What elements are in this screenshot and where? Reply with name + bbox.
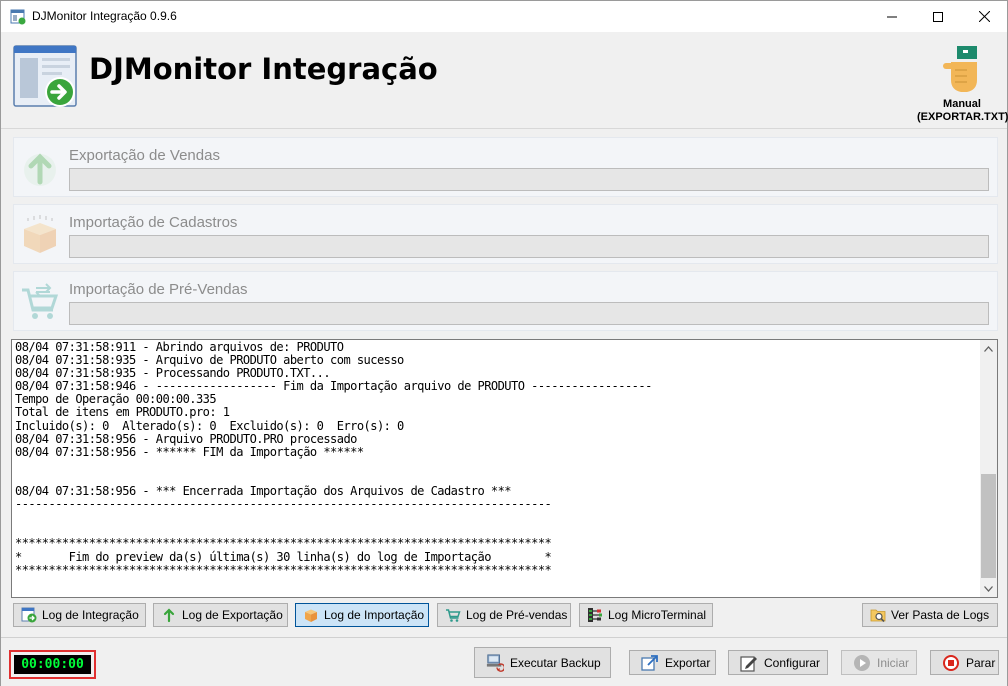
log-line: Incluido(s): 0 Alterado(s): 0 Excluido(s…: [15, 418, 404, 433]
start-button[interactable]: Iniciar: [841, 650, 917, 675]
log-line: 08/04 07:31:58:956 - ****** FIM da Impor…: [15, 444, 364, 459]
box-icon: [303, 607, 319, 623]
minimize-button[interactable]: [869, 1, 915, 32]
title-bar[interactable]: DJMonitor Integração 0.9.6: [1, 1, 1007, 32]
task-label: Importação de Cadastros: [69, 214, 238, 231]
log-import-label: Log de Importação: [324, 608, 425, 622]
log-presales-label: Log de Pré-vendas: [466, 608, 568, 622]
bottom-toolbar: 00:00:00 Executar Backup Exportar Config…: [1, 637, 1007, 686]
box-icon: [24, 215, 56, 253]
configure-label: Configurar: [764, 655, 821, 670]
cart-icon: [445, 607, 461, 623]
run-backup-button[interactable]: Executar Backup: [474, 647, 611, 678]
terminal-icon: [587, 607, 603, 623]
log-integration-button[interactable]: Log de Integração: [13, 603, 146, 627]
export-button[interactable]: Exportar: [629, 650, 716, 675]
log-export-label: Log de Exportação: [182, 608, 283, 622]
cart-icon: [22, 283, 59, 319]
run-backup-label: Executar Backup: [510, 655, 601, 670]
log-line: 08/04 07:31:58:956 - Arquivo PRODUTO.PRO…: [15, 431, 357, 446]
maximize-button[interactable]: [915, 1, 961, 32]
view-logs-folder-label: Ver Pasta de Logs: [891, 608, 990, 622]
export-label: Exportar: [665, 655, 711, 670]
close-button[interactable]: [961, 1, 1007, 32]
upload-arrow-icon: [24, 153, 56, 186]
log-integration-label: Log de Integração: [42, 608, 139, 622]
scroll-down-button[interactable]: [980, 580, 997, 597]
task-panel-import-records: Importação de Cadastros: [13, 204, 998, 264]
window-title: DJMonitor Integração 0.9.6: [32, 9, 177, 23]
export-icon: [641, 654, 659, 672]
progress-bar: [69, 235, 989, 258]
scroll-up-button[interactable]: [980, 340, 997, 357]
app-title: DJMonitor Integração: [89, 52, 438, 86]
vertical-scrollbar[interactable]: [980, 340, 997, 597]
minimize-icon: [887, 16, 897, 17]
log-line: ****************************************…: [15, 536, 552, 551]
configure-button[interactable]: Configurar: [728, 650, 828, 675]
manual-button[interactable]: Manual (EXPORTAR.TXT): [917, 40, 1008, 126]
manual-sublabel: (EXPORTAR.TXT): [917, 111, 1008, 123]
task-label: Importação de Pré-Vendas: [69, 281, 248, 298]
log-line: ----------------------------------------…: [15, 497, 552, 512]
log-integration-icon: [21, 607, 37, 623]
elapsed-timer: 00:00:00: [14, 655, 91, 674]
stop-icon: [942, 654, 960, 672]
view-logs-folder-button[interactable]: Ver Pasta de Logs: [862, 603, 998, 627]
progress-bar: [69, 168, 989, 191]
log-line: Total de itens em PRODUTO.pro: 1: [15, 405, 230, 420]
log-text-area[interactable]: 08/04 07:31:58:911 - Abrindo arquivos de…: [11, 339, 998, 598]
chevron-up-icon: [984, 345, 993, 352]
timer-frame: 00:00:00: [9, 650, 96, 679]
log-line: ****************************************…: [15, 562, 552, 577]
main-window: DJMonitor Integração 0.9.6 DJMonitor Int…: [0, 0, 1008, 686]
maximize-icon: [933, 11, 943, 22]
log-microterminal-button[interactable]: Log MicroTerminal: [579, 603, 713, 627]
log-export-button[interactable]: Log de Exportação: [153, 603, 288, 627]
task-panel-import-presales: Importação de Pré-Vendas: [13, 271, 998, 331]
stop-button[interactable]: Parar: [930, 650, 999, 675]
log-import-button[interactable]: Log de Importação: [295, 603, 429, 627]
close-icon: [978, 11, 990, 22]
log-presales-button[interactable]: Log de Pré-vendas: [437, 603, 571, 627]
hand-pointing-icon: [943, 46, 977, 92]
task-panel-export-sales: Exportação de Vendas: [13, 137, 998, 197]
start-label: Iniciar: [877, 655, 910, 670]
backup-icon: [486, 653, 504, 672]
scroll-thumb[interactable]: [981, 474, 996, 578]
task-label: Exportação de Vendas: [69, 147, 220, 164]
log-content: 08/04 07:31:58:911 - Abrindo arquivos de…: [15, 340, 975, 577]
chevron-down-icon: [984, 585, 993, 592]
folder-search-icon: [870, 607, 886, 623]
app-icon: [10, 9, 26, 25]
edit-icon: [740, 654, 758, 672]
log-microterminal-label: Log MicroTerminal: [608, 608, 707, 622]
stop-label: Parar: [966, 655, 996, 670]
progress-bar: [69, 302, 989, 325]
log-line: * Fim do preview da(s) última(s) 30 linh…: [15, 549, 552, 564]
play-icon: [853, 654, 871, 672]
app-logo-icon: [13, 45, 77, 107]
manual-label: Manual: [943, 98, 981, 110]
up-arrow-icon: [161, 607, 177, 623]
app-header: DJMonitor Integração Manual (EXPORTAR.TX…: [1, 32, 1008, 129]
